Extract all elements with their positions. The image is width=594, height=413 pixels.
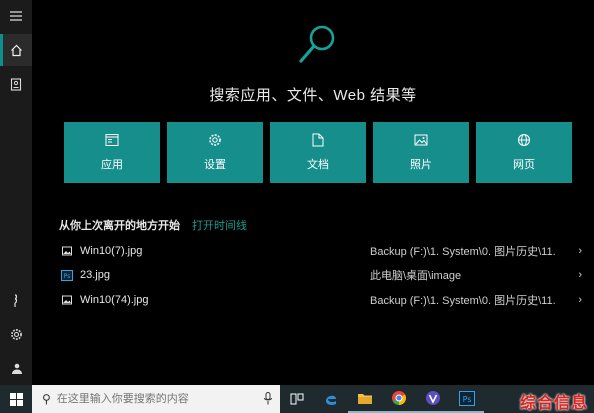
tile-web[interactable]: 网页 — [476, 122, 572, 183]
gear-icon — [209, 134, 221, 146]
tile-apps[interactable]: 应用 — [64, 122, 160, 183]
photoshop-icon[interactable]: Ps — [450, 385, 484, 413]
taskbar-search-box[interactable]: ⚲ — [32, 385, 280, 413]
watermark-logo: 综合信息 — [519, 395, 588, 412]
chevron-right-icon[interactable]: › — [568, 245, 582, 257]
file-path: 此电脑\桌面\image — [370, 270, 462, 282]
file-path: Backup (F:)\1. System\0. 图片历史\11. — [370, 295, 556, 307]
voice-icon[interactable] — [0, 285, 32, 317]
svg-text:Ps: Ps — [463, 395, 472, 404]
search-hint: 搜索应用、文件、Web 结果等 — [209, 87, 417, 104]
recent-section-title: 从你上次离开的地方开始 — [59, 220, 180, 232]
edge-icon[interactable] — [314, 385, 348, 413]
app-v-icon[interactable] — [416, 385, 450, 413]
windows-start-icon[interactable] — [0, 385, 32, 413]
notebook-icon[interactable] — [0, 68, 32, 100]
task-view-icon[interactable] — [280, 385, 314, 413]
recent-file-row[interactable]: Win10(74).jpg Backup (F:)\1. System\0. 图… — [60, 290, 582, 310]
chevron-right-icon[interactable]: › — [568, 269, 582, 281]
gear-icon[interactable] — [0, 318, 32, 350]
recent-file-row[interactable]: Ps 23.jpg 此电脑\桌面\image › — [60, 265, 582, 285]
ps-file-icon: Ps — [60, 269, 74, 281]
svg-text:Ps: Ps — [64, 273, 71, 280]
search-icon — [299, 25, 335, 63]
tile-settings[interactable]: 设置 — [167, 122, 263, 183]
tile-label: 文档 — [307, 159, 329, 171]
app-window-icon — [105, 134, 119, 146]
photo-icon — [414, 134, 428, 146]
file-name: Win10(7).jpg — [80, 245, 143, 257]
file-explorer-icon[interactable] — [348, 385, 382, 413]
globe-icon — [518, 134, 530, 146]
image-file-icon — [60, 245, 74, 257]
file-name: 23.jpg — [80, 269, 110, 281]
tile-label: 照片 — [410, 159, 432, 171]
search-input[interactable] — [56, 393, 247, 405]
recent-file-row[interactable]: Win10(7).jpg Backup (F:)\1. System\0. 图片… — [60, 241, 582, 261]
chrome-icon[interactable] — [382, 385, 416, 413]
file-path: Backup (F:)\1. System\0. 图片历史\11. — [370, 246, 556, 258]
search-home-panel: 搜索应用、文件、Web 结果等 应用 设置 文档 照片 网页 从你上次离开的地方… — [32, 0, 594, 385]
microphone-icon[interactable] — [264, 392, 272, 405]
user-icon[interactable] — [0, 352, 32, 384]
tile-documents[interactable]: 文档 — [270, 122, 366, 183]
taskbar: ⚲ Ps — [0, 385, 594, 413]
home-icon[interactable] — [0, 34, 32, 66]
tile-label: 应用 — [101, 159, 123, 171]
image-file-icon — [60, 294, 74, 306]
category-tiles: 应用 设置 文档 照片 网页 — [64, 122, 572, 183]
file-name: Win10(74).jpg — [80, 294, 149, 306]
chevron-right-icon[interactable]: › — [568, 294, 582, 306]
search-icon: ⚲ — [42, 392, 51, 406]
tile-label: 网页 — [513, 159, 535, 171]
left-rail — [0, 0, 32, 385]
open-timeline-link[interactable]: 打开时间线 — [192, 217, 247, 233]
tile-photos[interactable]: 照片 — [373, 122, 469, 183]
tile-label: 设置 — [204, 159, 226, 171]
document-icon — [312, 133, 324, 147]
hamburger-menu-icon[interactable] — [0, 0, 32, 32]
